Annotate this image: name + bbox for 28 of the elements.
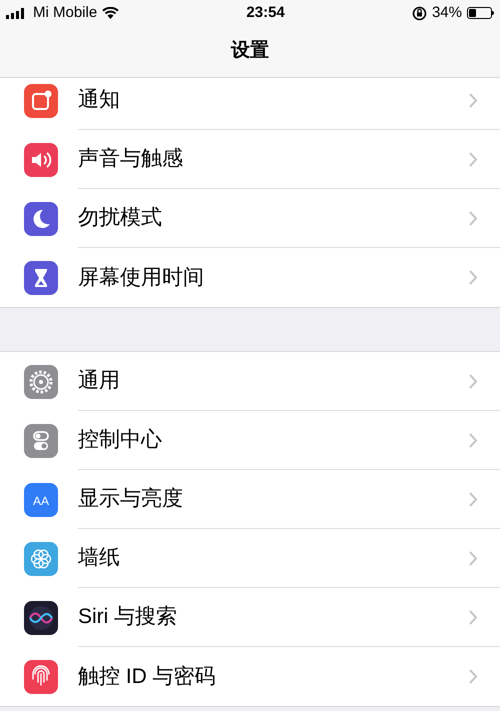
- chevron-icon: [469, 210, 478, 226]
- battery-icon: [467, 7, 494, 19]
- wifi-icon: [102, 7, 120, 19]
- row-label: 通知: [78, 87, 120, 114]
- carrier-name: Mi Mobile: [33, 2, 98, 23]
- battery-percent: 34%: [432, 2, 462, 23]
- row-label: 通用: [78, 368, 120, 394]
- chevron-icon: [469, 550, 478, 566]
- chevron-icon: [469, 92, 478, 108]
- chevron-icon: [469, 152, 478, 166]
- chevron-icon: [469, 669, 478, 684]
- chevron-icon: [469, 492, 478, 506]
- page-title: 设置: [231, 39, 269, 64]
- row-label: 声音与触感: [78, 146, 183, 172]
- chevron-icon: [469, 432, 478, 448]
- row-label: 控制中心: [78, 427, 162, 454]
- chevron-icon: [469, 374, 478, 388]
- rotation-lock-icon: [412, 6, 427, 20]
- text-size-icon: AA: [24, 482, 58, 516]
- clock-time: 23:54: [246, 2, 285, 23]
- chevron-icon: [469, 270, 478, 285]
- chevron-icon: [469, 610, 478, 624]
- row-label: Siri 与搜索: [78, 604, 178, 630]
- row-label: 勿扰模式: [78, 205, 162, 232]
- row-label: 触控 ID 与密码: [78, 664, 216, 690]
- row-label: 屏幕使用时间: [78, 264, 204, 291]
- row-label: 墙纸: [78, 545, 120, 572]
- row-label: 显示与亮度: [78, 486, 183, 512]
